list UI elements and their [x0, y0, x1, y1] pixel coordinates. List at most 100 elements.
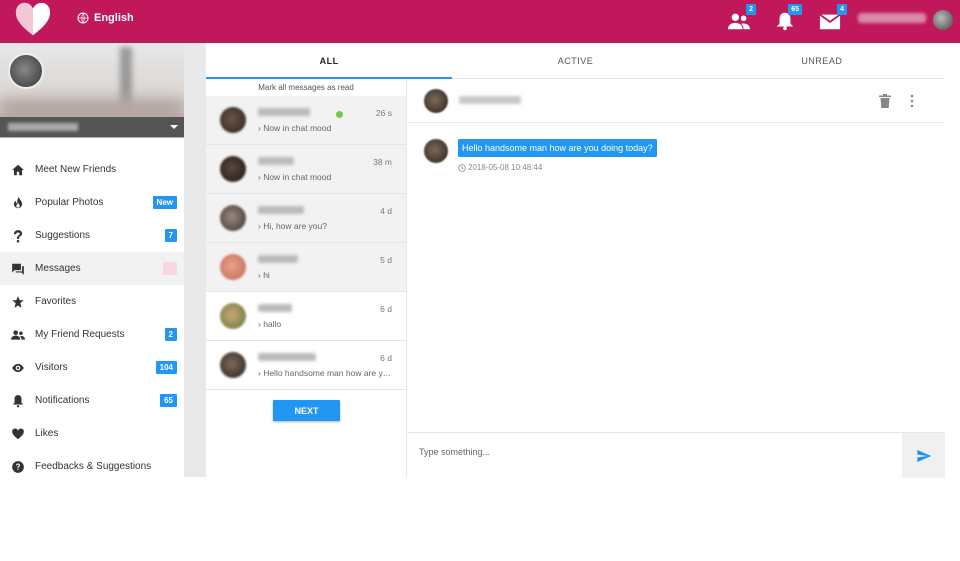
- profile-name: [8, 123, 78, 131]
- username-label[interactable]: [858, 13, 926, 23]
- avatar: [220, 352, 246, 378]
- sidebar-item-notifications[interactable]: Notifications 65: [0, 384, 184, 417]
- avatar: [220, 254, 246, 280]
- help-circle-icon: [11, 460, 25, 474]
- profile-cover: [0, 43, 184, 138]
- next-button[interactable]: NEXT: [273, 400, 340, 421]
- conversation-item[interactable]: 4 d › Hi, how are you?: [206, 194, 406, 243]
- sidebar-item-messages[interactable]: Messages ​: [0, 252, 184, 285]
- sidebar-item-label: Visitors: [35, 362, 68, 373]
- chat-window: Hello handsome man how are you doing tod…: [407, 79, 945, 478]
- chat-partner-name[interactable]: [459, 96, 521, 104]
- home-icon: [11, 163, 25, 177]
- sender-avatar[interactable]: [424, 139, 448, 163]
- tab-unread[interactable]: UNREAD: [699, 43, 945, 78]
- clock-icon: [458, 163, 466, 172]
- conversation-time: 6 d: [380, 353, 392, 363]
- profile-menu[interactable]: [0, 117, 184, 137]
- message-bubble: Hello handsome man how are you doing tod…: [458, 139, 657, 157]
- messages-button[interactable]: 4: [819, 4, 847, 31]
- gutter: [184, 43, 206, 477]
- sidebar-item-label: Favorites: [35, 296, 77, 307]
- conversation-preview: › Hello handsome man how are you doing t…: [258, 368, 394, 378]
- conversation-preview: › hi: [258, 270, 270, 280]
- eye-icon: [11, 361, 25, 375]
- conversation-item[interactable]: 38 m › Now in chat mood: [206, 145, 406, 194]
- sidebar-item-label: Suggestions: [35, 230, 91, 241]
- conversation-preview: › Hi, how are you?: [258, 221, 327, 231]
- people-icon: [11, 328, 25, 342]
- chat-header: [407, 79, 945, 123]
- question-icon: [11, 229, 25, 243]
- conversation-preview: › Now in chat mood: [258, 123, 332, 133]
- sidebar-item-popular-photos[interactable]: Popular Photos New: [0, 186, 184, 219]
- chat-icon: [11, 262, 25, 276]
- count-badge: 2: [164, 328, 177, 341]
- mark-all-read-link[interactable]: Mark all messages as read: [206, 79, 406, 96]
- conversation-preview: › Now in chat mood: [258, 172, 332, 182]
- sidebar-item-label: Messages: [35, 263, 81, 274]
- chat-partner-avatar[interactable]: [424, 89, 448, 113]
- notifications-badge: 65: [788, 4, 802, 15]
- sidebar-item-suggestions[interactable]: Suggestions 7: [0, 219, 184, 252]
- conversation-name: [258, 353, 316, 361]
- avatar: [220, 156, 246, 182]
- conversation-name: [258, 157, 294, 165]
- conversation-item[interactable]: 26 s › Now in chat mood: [206, 96, 406, 145]
- count-badge: 65: [160, 394, 177, 407]
- messages-panel: ALL ACTIVE UNREAD Mark all messages as r…: [206, 43, 945, 478]
- sidebar-item-favorites[interactable]: Favorites: [0, 285, 184, 318]
- conversation-name: [258, 206, 304, 214]
- friend-requests-badge: 2: [746, 4, 756, 15]
- sidebar-item-likes[interactable]: Likes: [0, 417, 184, 450]
- conversation-item[interactable]: 6 d › hallo: [206, 292, 406, 341]
- send-icon: [916, 449, 931, 462]
- language-selector[interactable]: English: [77, 12, 134, 24]
- sidebar-item-label: Feedbacks & Suggestions: [35, 461, 152, 472]
- send-button[interactable]: [902, 433, 945, 478]
- more-vert-icon[interactable]: [907, 94, 917, 108]
- message-timestamp-text: 2018-05-08 10:48:44: [468, 163, 543, 172]
- conversation-time: 38 m: [373, 157, 392, 167]
- language-label: English: [94, 12, 134, 24]
- new-badge: New: [152, 196, 177, 209]
- conversation-name: [258, 255, 298, 263]
- tab-all[interactable]: ALL: [206, 43, 453, 79]
- sidebar-item-label: Meet New Friends: [35, 164, 117, 175]
- profile-avatar[interactable]: [8, 53, 44, 89]
- sidebar-item-visitors[interactable]: Visitors 104: [0, 351, 184, 384]
- conversation-name: [258, 304, 292, 312]
- friend-requests-button[interactable]: 2: [728, 4, 756, 31]
- sidebar-item-label: Notifications: [35, 395, 90, 406]
- avatar: [220, 107, 246, 133]
- message-timestamp: 2018-05-08 10:48:44: [458, 163, 542, 172]
- online-indicator: [336, 111, 343, 118]
- bell-icon: [11, 394, 25, 408]
- sidebar-menu: Meet New Friends Popular Photos New Sugg…: [0, 153, 184, 483]
- globe-icon: [77, 12, 89, 24]
- sidebar-item-label: My Friend Requests: [35, 329, 125, 340]
- notifications-button[interactable]: 65: [774, 4, 802, 31]
- count-badge: ​: [163, 262, 177, 275]
- trash-icon[interactable]: [879, 94, 891, 108]
- count-badge: 104: [155, 361, 177, 374]
- avatar: [220, 205, 246, 231]
- sidebar-item-label: Likes: [35, 428, 59, 439]
- conversation-time: 6 d: [380, 304, 392, 314]
- sidebar-item-feedbacks[interactable]: Feedbacks & Suggestions: [0, 450, 184, 483]
- star-icon: [11, 295, 25, 309]
- conversation-item[interactable]: 6 d › Hello handsome man how are you doi…: [206, 341, 406, 390]
- conversation-list: Mark all messages as read 26 s › Now in …: [206, 79, 407, 477]
- conversation-item[interactable]: 5 d › hi: [206, 243, 406, 292]
- messages-badge: 4: [837, 4, 847, 15]
- user-avatar[interactable]: [933, 10, 953, 30]
- conversation-time: 4 d: [380, 206, 392, 216]
- conversation-preview: › hallo: [258, 319, 282, 329]
- sidebar-item-meet-new-friends[interactable]: Meet New Friends: [0, 153, 184, 186]
- message-input[interactable]: [419, 441, 889, 463]
- top-bar: English 2 65 4: [0, 0, 960, 43]
- caret-down-icon: [170, 125, 178, 129]
- app-logo[interactable]: [14, 1, 52, 39]
- sidebar-item-friend-requests[interactable]: My Friend Requests 2: [0, 318, 184, 351]
- tab-active[interactable]: ACTIVE: [452, 43, 698, 78]
